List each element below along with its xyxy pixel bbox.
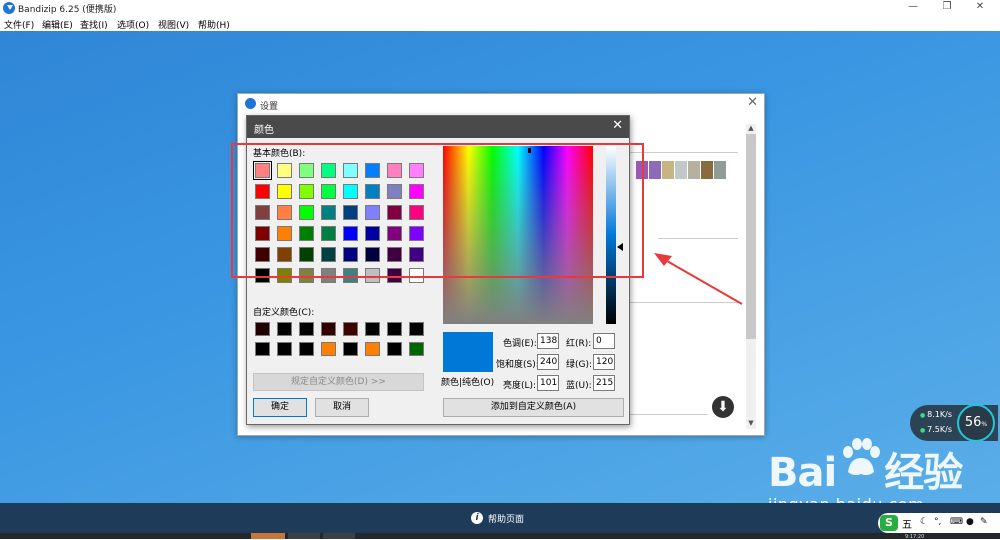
footer-bar: i 帮助页面: [0, 503, 1000, 533]
color-swatch[interactable]: [255, 322, 270, 336]
settings-title: 设置: [260, 102, 279, 112]
menu-help[interactable]: 帮助(H): [198, 18, 230, 31]
theme-swatch[interactable]: [701, 161, 713, 179]
menu-find[interactable]: 查找(I): [80, 18, 108, 31]
color-swatch[interactable]: [277, 342, 292, 356]
color-dialog-titlebar: 颜色 ✕: [247, 116, 629, 138]
user-icon[interactable]: ●: [966, 517, 974, 527]
color-swatch[interactable]: [299, 342, 314, 356]
bandizip-app-icon: [3, 2, 15, 14]
color-swatch[interactable]: [255, 342, 270, 356]
red-field[interactable]: 0: [593, 333, 615, 349]
ime-toolbar: S 五 ☾ °, ⌨ ● ✎: [878, 513, 1000, 533]
color-preview: [443, 332, 493, 372]
menu-edit[interactable]: 编辑(E): [42, 18, 73, 31]
settings-close-button[interactable]: ✕: [747, 95, 758, 110]
gauge-percent-unit: %: [981, 421, 988, 428]
saturation-label: 饱和度(S):: [496, 360, 539, 370]
color-swatch[interactable]: [387, 322, 402, 336]
color-swatch[interactable]: [343, 322, 358, 336]
window-titlebar: Bandizip 6.25 (便携版) — ❐ ✕: [0, 0, 1000, 16]
ime-mode-indicator[interactable]: 五: [902, 516, 912, 531]
define-custom-colors-button[interactable]: 规定自定义颜色(D) >>: [253, 373, 424, 391]
taskbar-app[interactable]: [323, 533, 355, 539]
theme-swatch[interactable]: [662, 161, 674, 179]
maximize-button[interactable]: ❐: [937, 1, 957, 12]
luminance-label: 亮度(L):: [503, 381, 537, 391]
color-swatch[interactable]: [321, 322, 336, 336]
window-title: Bandizip 6.25 (便携版): [18, 5, 117, 15]
divider: [658, 238, 738, 239]
custom-colors-label: 自定义颜色(C):: [253, 308, 315, 318]
color-swatch[interactable]: [409, 342, 424, 356]
ok-button[interactable]: 确定: [253, 398, 307, 417]
color-swatch[interactable]: [409, 322, 424, 336]
memory-gauge[interactable]: 56%: [957, 404, 995, 442]
color-dialog-title: 颜色: [254, 125, 274, 136]
download-arrow-icon[interactable]: ⬇: [712, 396, 734, 418]
menu-view[interactable]: 视图(V): [158, 18, 189, 31]
divider: [628, 152, 738, 153]
scroll-down-icon[interactable]: ▼: [746, 419, 756, 427]
annotation-arrow: [654, 253, 743, 305]
upload-speed: 8.1K/s: [920, 410, 952, 419]
color-swatch[interactable]: [343, 342, 358, 356]
taskbar-clock: 9:17:20: [905, 534, 925, 540]
green-label: 绿(G):: [566, 360, 593, 370]
color-solid-label[interactable]: 颜色|纯色(O): [441, 375, 494, 388]
keyboard-icon[interactable]: ⌨: [950, 517, 963, 527]
minimize-button[interactable]: —: [903, 1, 923, 12]
color-swatch[interactable]: [365, 322, 380, 336]
taskbar: [0, 533, 1000, 539]
blue-field[interactable]: 215: [593, 375, 615, 391]
wrench-icon[interactable]: ✎: [980, 517, 988, 527]
taskbar-app[interactable]: [288, 533, 320, 539]
red-label: 红(R):: [566, 339, 592, 349]
watermark-logo-text: Bai: [768, 450, 837, 496]
settings-app-icon: [245, 98, 256, 109]
download-speed: 7.5K/s: [920, 425, 952, 434]
menu-bar: 文件(F) 编辑(E) 查找(I) 选项(O) 视图(V) 帮助(H): [0, 16, 1000, 32]
hue-label: 色调(E):: [503, 339, 537, 349]
custom-colors-grid: [255, 322, 426, 356]
color-swatch[interactable]: [387, 342, 402, 356]
saturation-field[interactable]: 240: [537, 354, 559, 370]
watermark-logo-text2: 经验: [884, 450, 963, 496]
gauge-percent: 56: [964, 415, 982, 430]
color-swatch[interactable]: [321, 342, 336, 356]
theme-swatch-strip: [636, 161, 727, 179]
punctuation-icon[interactable]: °,: [934, 517, 941, 527]
info-icon[interactable]: i: [471, 512, 483, 524]
green-field[interactable]: 120: [593, 354, 615, 370]
color-swatch[interactable]: [365, 342, 380, 356]
color-swatch[interactable]: [277, 322, 292, 336]
moon-icon[interactable]: ☾: [920, 517, 928, 527]
sogou-ime-icon[interactable]: S: [880, 515, 898, 531]
theme-swatch[interactable]: [688, 161, 700, 179]
cancel-button[interactable]: 取消: [315, 398, 369, 417]
menu-options[interactable]: 选项(O): [117, 18, 149, 31]
theme-swatch[interactable]: [714, 161, 726, 179]
theme-swatch[interactable]: [649, 161, 661, 179]
help-page-link[interactable]: 帮助页面: [488, 512, 524, 525]
scroll-up-icon[interactable]: ▲: [746, 124, 756, 132]
color-dialog-close-button[interactable]: ✕: [612, 118, 623, 133]
hue-field[interactable]: 138: [537, 333, 559, 349]
baidu-paw-icon: [843, 438, 880, 476]
settings-scrollbar-thumb[interactable]: [746, 134, 756, 339]
close-window-button[interactable]: ✕: [970, 1, 990, 12]
annotation-highlight-box: [231, 143, 644, 278]
taskbar-app-active[interactable]: [251, 533, 285, 539]
color-swatch[interactable]: [299, 322, 314, 336]
add-to-custom-colors-button[interactable]: 添加到自定义颜色(A): [443, 398, 624, 417]
divider: [628, 414, 708, 415]
theme-swatch[interactable]: [675, 161, 687, 179]
luminance-field[interactable]: 101: [537, 375, 559, 391]
menu-file[interactable]: 文件(F): [4, 18, 34, 31]
blue-label: 蓝(U):: [566, 381, 592, 391]
